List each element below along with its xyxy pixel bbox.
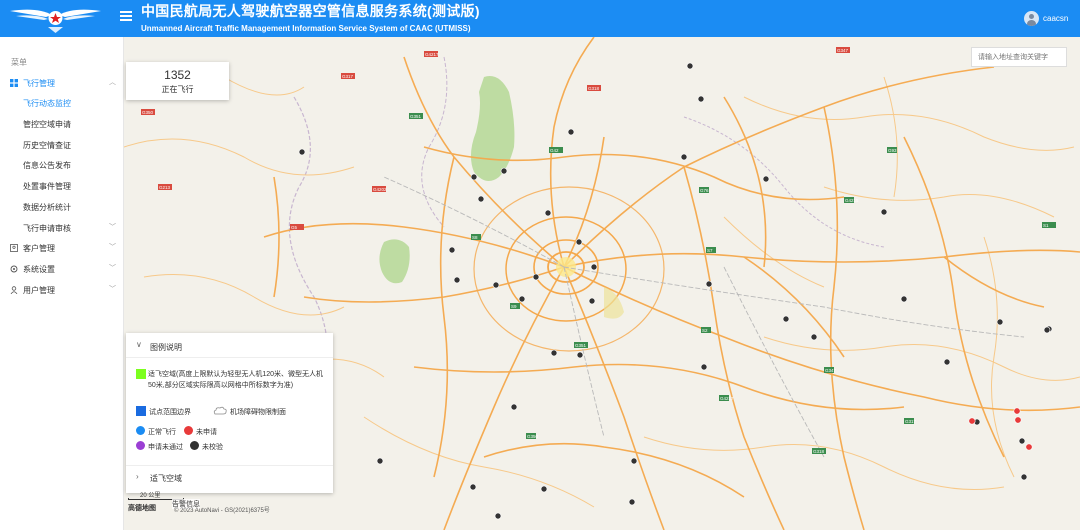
unverified-marker-icon: [190, 441, 199, 450]
sidebar-item-user-management[interactable]: 用户管理 ﹀: [0, 280, 124, 300]
sidebar-item-flight-management[interactable]: 飞行管理 ︿: [0, 73, 124, 93]
road-shield-label: G213: [159, 185, 171, 190]
road-shield-label: G4217: [425, 52, 439, 57]
legend-header[interactable]: 图例说明: [150, 342, 182, 353]
rejected-label: 申请未通过: [148, 444, 183, 451]
app-title: 中国民航局无人驾驶航空器空管信息服务系统(测试版): [141, 3, 480, 19]
fly-zone-section-label: 适飞空域: [150, 474, 182, 483]
caac-logo-icon: [10, 9, 101, 33]
flying-count-label: 正在飞行: [161, 85, 194, 94]
road-shield-label: G4202: [373, 187, 387, 192]
sidebar-subitem-flight-review[interactable]: 飞行申请审核 ﹀: [0, 218, 124, 238]
gear-icon: [10, 265, 18, 273]
top-header: 中国民航局无人驾驶航空器空管信息服务系统(测试版) Unmanned Aircr…: [0, 0, 1080, 37]
sidebar-subitem-incident-management[interactable]: 处置事件管理: [0, 176, 124, 196]
cloud-icon: [213, 406, 227, 415]
sidebar-heading: 菜单: [11, 58, 27, 67]
road-shield-label: G5: [291, 225, 298, 230]
normal-flight-marker-icon: [136, 426, 145, 435]
road-shield-label: G318: [588, 86, 600, 91]
road-shield-label: G42: [550, 148, 559, 153]
road-shield-label: G351: [410, 114, 422, 119]
chevron-right-icon: ›: [136, 472, 139, 481]
road-shield-label: G76: [700, 188, 709, 193]
user-avatar[interactable]: [1024, 11, 1039, 26]
road-shield-label: G4217: [720, 396, 734, 401]
road-shield-label: G347: [825, 368, 837, 373]
unapplied-label: 未申请: [196, 429, 217, 436]
chevron-down-icon: ﹀: [109, 244, 116, 251]
rejected-marker-icon: [136, 441, 145, 450]
legend-divider: [126, 357, 333, 358]
menu-toggle-icon[interactable]: [120, 11, 132, 23]
normal-flight-label: 正常飞行: [148, 429, 176, 436]
sidebar-item-customer-management[interactable]: 客户管理 ﹀: [0, 238, 124, 258]
user-icon: [10, 244, 18, 252]
road-shield-label: G317: [342, 74, 354, 79]
map-attribution: © 2023 AutoNavi - GS(2021)6375号: [174, 508, 270, 514]
person-icon: [10, 286, 18, 294]
road-shield-label: S9: [511, 304, 517, 309]
road-shield-label: G347: [837, 48, 849, 53]
chevron-down-icon[interactable]: ∨: [136, 340, 142, 349]
fly-zone-section[interactable]: › 适飞空域: [126, 465, 333, 487]
chevron-down-icon: ﹀: [109, 286, 116, 293]
road-shield-label: G318: [813, 449, 825, 454]
amap-logo: 高德地图: [128, 505, 156, 512]
sidebar-item-system-settings[interactable]: 系统设置 ﹀: [0, 259, 124, 279]
sidebar-subitem-airspace-application[interactable]: 管控空域申请: [0, 114, 124, 134]
pilot-boundary-label: 试点范围边界: [149, 409, 191, 416]
road-shield-label: S1: [1043, 223, 1049, 228]
flying-count: 1352: [164, 68, 191, 82]
road-shield-label: G4215: [845, 198, 859, 203]
app-subtitle: Unmanned Aircraft Traffic Management Inf…: [141, 24, 471, 33]
road-shield-label: G351: [575, 343, 587, 348]
road-shield-label: G93: [888, 148, 897, 153]
sidebar-subitem-notice-publish[interactable]: 信息公告发布: [0, 155, 124, 175]
sidebar-subitem-history-query[interactable]: 历史空情查证: [0, 135, 124, 155]
sidebar-subitem-flight-monitor[interactable]: 飞行动态监控: [0, 93, 124, 113]
sidebar: 菜单 飞行管理 ︿ 飞行动态监控 管控空域申请 历史空情查证 信息公告发布 处置…: [0, 37, 124, 530]
fly-zone-swatch: [136, 369, 146, 379]
road-shield-label: G317: [905, 419, 917, 424]
flying-count-card: 1352 正在飞行: [126, 62, 229, 100]
road-shield-label: G350: [142, 110, 154, 115]
road-shield-label: S2: [702, 328, 708, 333]
pilot-boundary-swatch: [136, 406, 146, 416]
unapplied-marker-icon: [184, 426, 193, 435]
username[interactable]: caacsn: [1043, 14, 1068, 23]
map-search-input[interactable]: [971, 47, 1067, 67]
unverified-label: 未校验: [202, 444, 223, 451]
chevron-down-icon: ﹀: [109, 265, 116, 272]
road-shield-label: G350: [527, 434, 539, 439]
road-shield-label: S8: [472, 235, 478, 240]
road-shield-label: S7: [707, 248, 713, 253]
fly-zone-description: 适飞空域(高度上限默认为轻型无人机120米、微型无人机50米,部分区域实际限高以…: [148, 371, 324, 389]
chevron-down-icon: ﹀: [109, 224, 116, 231]
chevron-up-icon: ︿: [109, 79, 116, 86]
grid-icon: [10, 79, 18, 87]
airport-obstacle-label: 机场障碍物限制面: [230, 409, 286, 416]
sidebar-item-label: 飞行管理: [23, 79, 55, 88]
sidebar-subitem-data-analysis[interactable]: 数据分析统计: [0, 197, 124, 217]
